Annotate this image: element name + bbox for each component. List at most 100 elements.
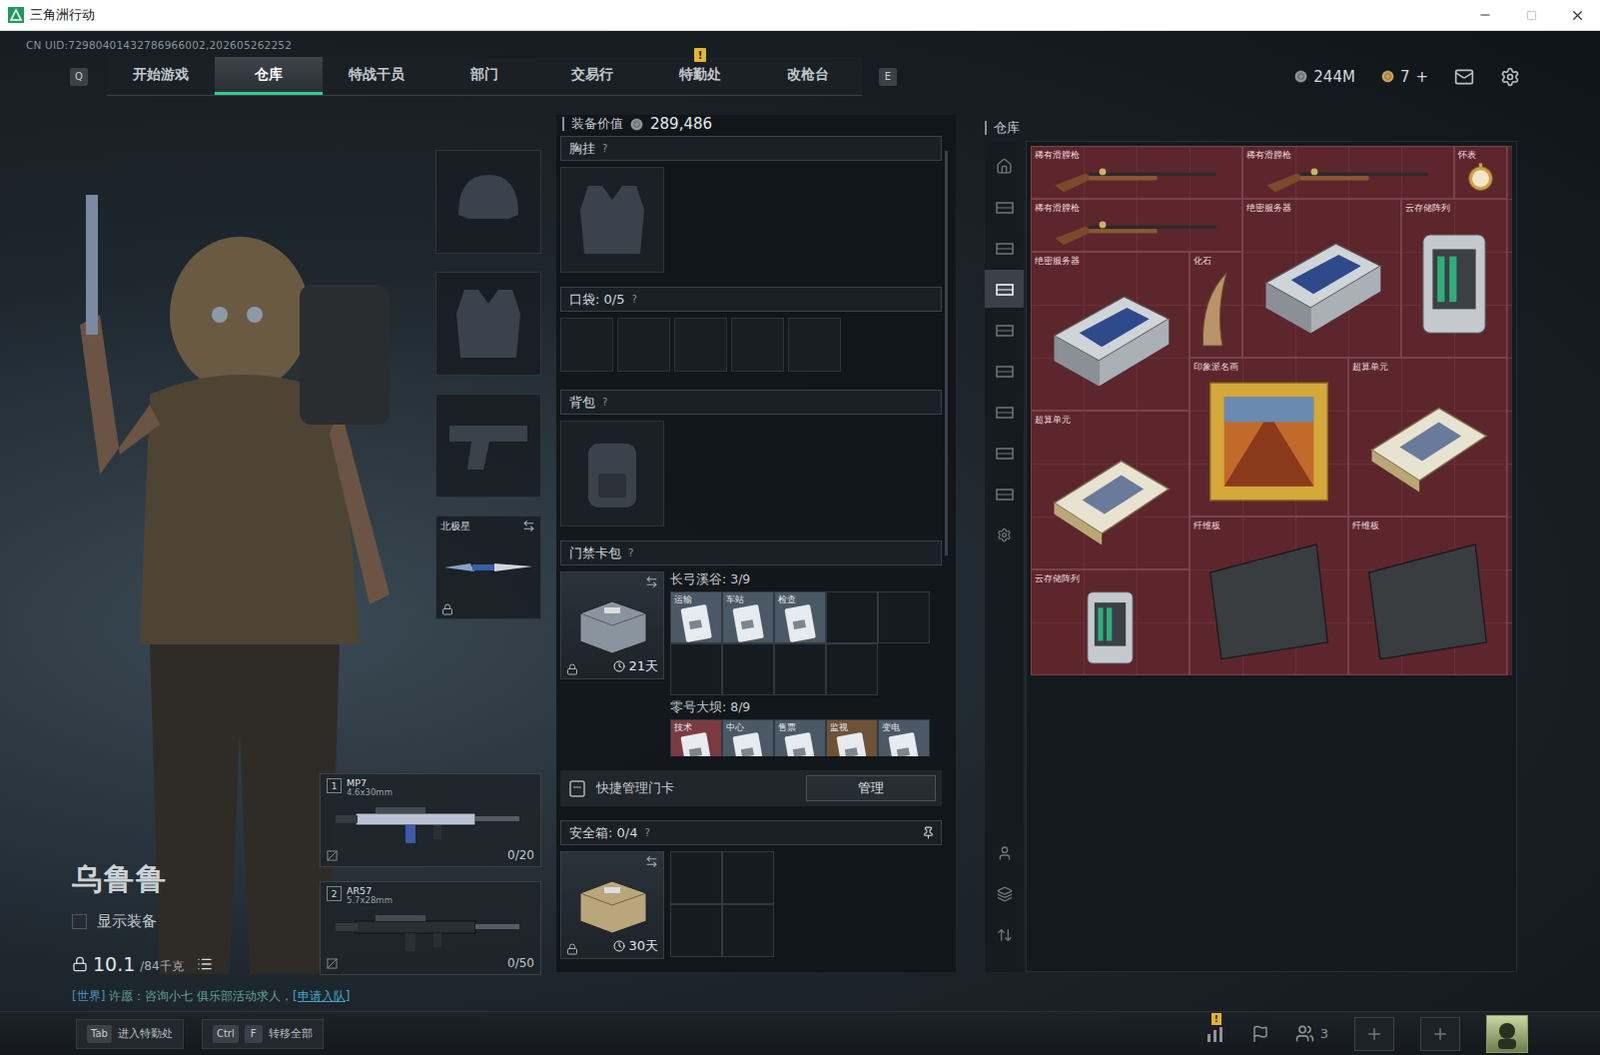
nav-tab[interactable]: 交易行 (538, 56, 647, 95)
storage-tab[interactable] (984, 310, 1024, 349)
weapon-card[interactable]: 1MP74.6x30mm0/20 (319, 773, 542, 867)
mail-icon[interactable] (1454, 66, 1475, 87)
safe-box-slot[interactable] (670, 850, 723, 904)
nav-tab[interactable]: 改枪台 (754, 56, 862, 95)
stash-item[interactable]: 印象派名画 (1189, 357, 1349, 517)
player-avatar[interactable] (1486, 1014, 1529, 1053)
storage-tab[interactable] (984, 433, 1024, 472)
gear-icon[interactable] (1500, 66, 1521, 87)
minimize-button[interactable] (1462, 0, 1509, 30)
pocket-slot[interactable] (788, 317, 841, 372)
keycard-slot[interactable] (774, 643, 826, 696)
keycard[interactable]: 车站 (722, 591, 775, 644)
stash-item[interactable]: 云存储阵列 (1401, 198, 1508, 358)
maximize-button[interactable] (1508, 0, 1555, 30)
stash-item[interactable]: 绝密服务器 (1242, 198, 1402, 358)
storage-tab[interactable] (984, 228, 1024, 267)
pocket-slot[interactable] (674, 317, 728, 372)
checkbox[interactable] (71, 913, 87, 929)
add-button[interactable]: + (1415, 67, 1429, 86)
safe-box-slot[interactable] (670, 903, 723, 957)
stash-item[interactable]: 纤维板 (1189, 516, 1349, 676)
party-button[interactable]: 3 (1295, 1023, 1329, 1043)
pocket-slot[interactable] (560, 317, 614, 372)
armor-slot[interactable] (435, 271, 542, 376)
keycard-slot[interactable] (825, 643, 878, 696)
keycard-slot[interactable] (722, 643, 775, 696)
scrollbar[interactable] (944, 150, 948, 556)
help-icon[interactable]: ? (644, 826, 650, 838)
storage-tab[interactable] (984, 474, 1024, 513)
invite-slot[interactable] (1354, 1016, 1395, 1051)
stash-item[interactable]: 稀有滑膛枪 (1030, 145, 1243, 199)
storage-tab[interactable] (984, 515, 1024, 554)
nav-tab[interactable]: 部门 (430, 56, 539, 95)
help-icon[interactable]: ? (602, 142, 608, 154)
key-hint[interactable]: CtrlF转移全部 (201, 1018, 324, 1049)
stash-item[interactable]: 绝密服务器 (1030, 251, 1190, 411)
stash-item[interactable]: 怀表 (1454, 145, 1508, 199)
pistol-slot[interactable] (435, 393, 542, 498)
pocket-slot[interactable] (731, 317, 785, 372)
keycard[interactable]: 技术 (670, 719, 723, 757)
swap-icon[interactable] (522, 519, 536, 533)
keycard[interactable]: 中心 (722, 719, 775, 757)
swap-icon[interactable] (645, 575, 659, 589)
weapon-card[interactable]: 2AR575.7x28mm0/50 (319, 880, 542, 975)
help-icon[interactable]: ? (602, 396, 608, 408)
chest-rig-slot[interactable] (560, 166, 665, 273)
keycard[interactable]: 变电 (877, 719, 930, 757)
help-icon[interactable]: ? (628, 547, 634, 559)
list-icon[interactable] (196, 955, 213, 972)
help-icon[interactable]: ? (631, 293, 637, 305)
storage-tool[interactable] (984, 915, 1024, 954)
prev-key[interactable]: Q (69, 67, 88, 86)
keycard[interactable]: 监视 (825, 719, 878, 757)
safe-box-case[interactable]: 30天 (560, 850, 665, 959)
nav-tab[interactable]: !特勤处 (646, 56, 755, 95)
safe-box-slot[interactable] (722, 850, 775, 904)
stash-item[interactable]: 稀有滑膛枪 (1030, 198, 1243, 252)
key-hint[interactable]: Tab进入特勤处 (75, 1018, 184, 1049)
storage-tab[interactable] (984, 187, 1024, 226)
nav-tab[interactable]: 仓库 (214, 56, 323, 95)
stash-item[interactable]: 云存储阵列 (1030, 569, 1190, 676)
storage-tab[interactable] (984, 146, 1024, 185)
next-key[interactable]: E (878, 67, 897, 86)
keycard-case[interactable]: 21天 (560, 571, 665, 680)
keycard[interactable]: 运输 (670, 591, 723, 644)
weight-row: 10.1/84千克 (71, 952, 320, 975)
storage-tool[interactable] (984, 874, 1024, 913)
storage-tab[interactable] (984, 269, 1024, 308)
flag-button[interactable] (1251, 1024, 1270, 1043)
stash-item[interactable]: 超算单元 (1348, 357, 1508, 517)
melee-slot[interactable]: 北极星 (435, 515, 542, 620)
nav-tab[interactable]: 特战干员 (322, 56, 431, 95)
keycard-slot[interactable] (825, 591, 878, 644)
keycard[interactable]: 检查 (774, 591, 826, 644)
stats-button[interactable]: ! (1205, 1024, 1226, 1043)
storage-tool[interactable] (984, 833, 1024, 872)
nav-tab[interactable]: 开始游戏 (106, 56, 215, 95)
stash-item[interactable]: 纤维板 (1348, 516, 1508, 676)
stash-item[interactable]: 稀有滑膛枪 (1242, 145, 1455, 199)
pocket-slot[interactable] (617, 317, 671, 372)
close-button[interactable] (1554, 0, 1600, 30)
show-gear-toggle[interactable]: 显示装备 (71, 911, 320, 931)
keycard[interactable]: 售票 (774, 719, 826, 757)
pin-icon[interactable] (921, 825, 935, 839)
hint-label: 进入特勤处 (117, 1025, 173, 1041)
manage-button[interactable]: 管理 (805, 775, 936, 801)
keycard-slot[interactable] (877, 591, 930, 644)
safe-box-slot[interactable] (722, 903, 775, 957)
invite-slot[interactable] (1420, 1016, 1461, 1051)
storage-tab[interactable] (984, 392, 1024, 431)
join-link[interactable]: [申请入队] (292, 988, 350, 1003)
keycard-slot[interactable] (670, 643, 723, 696)
stash-item[interactable]: 化石 (1189, 251, 1243, 358)
helmet-slot[interactable] (435, 149, 542, 254)
storage-tab[interactable] (984, 351, 1024, 390)
stash-item[interactable]: 超算单元 (1030, 410, 1190, 570)
backpack-slot[interactable] (560, 420, 665, 527)
swap-icon[interactable] (645, 854, 659, 868)
